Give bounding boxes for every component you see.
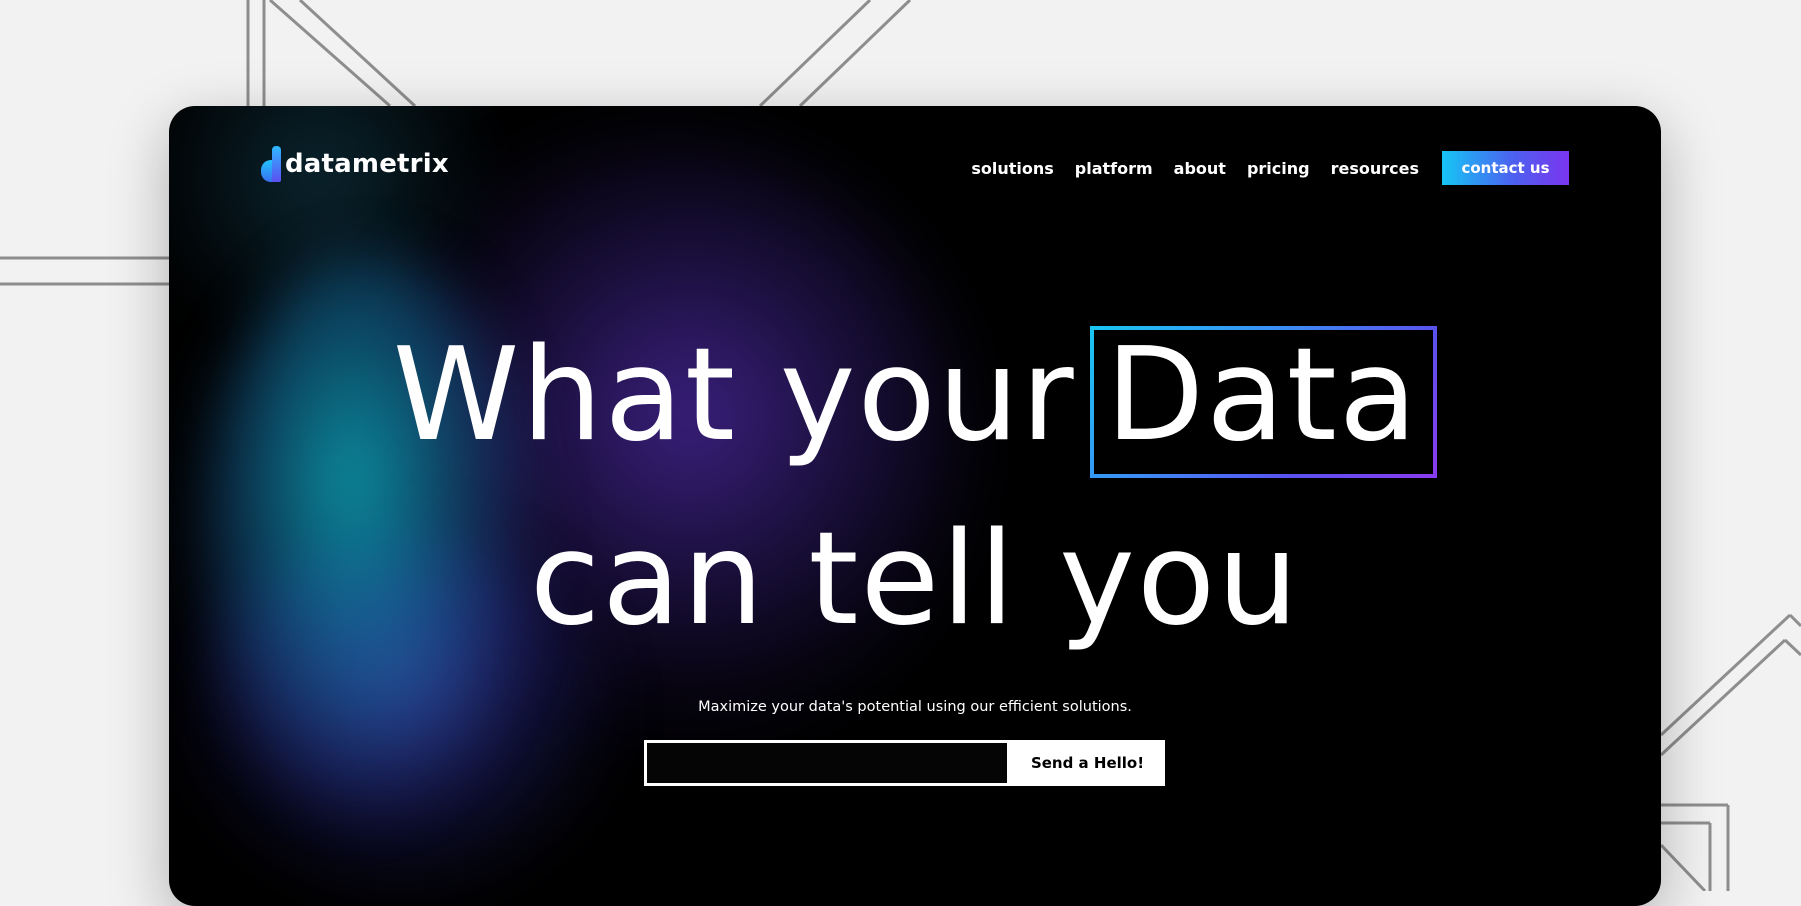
nav-link-platform[interactable]: platform bbox=[1075, 159, 1153, 178]
nav-link-solutions[interactable]: solutions bbox=[971, 159, 1053, 178]
send-hello-button[interactable]: Send a Hello! bbox=[1010, 740, 1165, 786]
hero-heading-highlight-box: Data bbox=[1090, 326, 1438, 478]
nav-link-about[interactable]: about bbox=[1174, 159, 1226, 178]
contact-us-button[interactable]: contact us bbox=[1442, 151, 1569, 185]
brand-logo[interactable]: datametrix bbox=[259, 144, 449, 184]
hero-heading-highlight: Data bbox=[1105, 321, 1420, 470]
hero-heading-prefix: What your bbox=[392, 321, 1076, 470]
website-preview-window: datametrix solutions platform about pric… bbox=[169, 106, 1661, 906]
hero-tagline: Maximize your data's potential using our… bbox=[698, 699, 1132, 715]
main-navigation: solutions platform about pricing resourc… bbox=[971, 151, 1569, 185]
hello-signup-form: Send a Hello! bbox=[644, 740, 1165, 786]
hero-heading-line-1: What your Data bbox=[169, 326, 1661, 478]
hello-input-field[interactable] bbox=[644, 740, 1010, 786]
d-bar-logo-icon bbox=[259, 146, 281, 182]
hero-heading-line-2: can tell you bbox=[529, 505, 1301, 654]
nav-link-resources[interactable]: resources bbox=[1331, 159, 1419, 178]
brand-name: datametrix bbox=[285, 149, 449, 179]
nav-link-pricing[interactable]: pricing bbox=[1247, 159, 1310, 178]
